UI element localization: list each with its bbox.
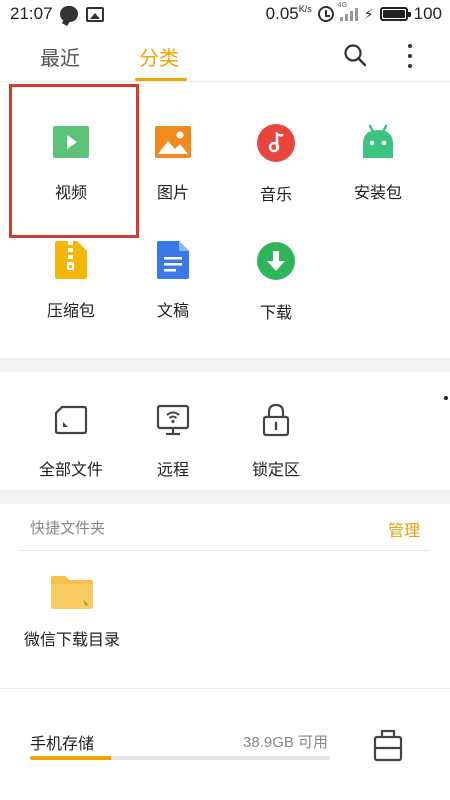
zip-icon xyxy=(51,241,91,279)
lock-icon xyxy=(256,400,296,440)
tool-label: 远程 xyxy=(156,462,189,479)
status-time: 21:07 xyxy=(10,4,53,23)
tab-recent[interactable]: 最近 xyxy=(40,42,80,71)
tool-lock-zone[interactable]: 锁定区 xyxy=(220,372,332,490)
image-icon xyxy=(153,123,193,161)
alarm-icon xyxy=(317,6,334,22)
storage-usage-bar xyxy=(30,756,330,760)
quick-folders-title: 快捷文件夹 xyxy=(30,520,106,537)
highlight-box xyxy=(9,84,139,238)
network-speed: 0.05K/s xyxy=(266,4,312,24)
music-icon xyxy=(256,123,296,163)
cleanup-icon[interactable] xyxy=(372,728,404,762)
status-right: 0.05K/s 4G ⚡ 100 xyxy=(266,2,442,24)
network-speed-unit: K/s xyxy=(298,4,312,14)
tool-label: 全部文件 xyxy=(38,462,103,479)
category-apk[interactable]: 安装包 xyxy=(322,85,434,203)
network-type: 4G xyxy=(337,2,348,9)
active-tab-indicator xyxy=(135,78,187,81)
sd-card-icon xyxy=(51,400,91,440)
category-label: 下载 xyxy=(259,305,292,322)
search-icon[interactable] xyxy=(343,43,367,67)
category-downloads[interactable]: 下载 xyxy=(220,203,332,322)
manage-button[interactable]: 管理 xyxy=(388,517,420,541)
tools-row: 全部文件 远程 锁定区 xyxy=(0,372,450,490)
signal-icon: 4G xyxy=(338,2,358,21)
category-label: 图片 xyxy=(156,185,189,202)
category-label: 文稿 xyxy=(156,303,189,320)
more-options-icon[interactable] xyxy=(400,42,420,70)
section-divider xyxy=(0,490,450,504)
gallery-notification-icon xyxy=(86,6,104,22)
notification-icons xyxy=(60,6,104,22)
scroll-indicator-dot xyxy=(444,396,448,400)
download-icon xyxy=(256,241,296,281)
category-label: 音乐 xyxy=(259,187,292,204)
network-speed-value: 0.05 xyxy=(265,4,299,23)
document-icon xyxy=(153,241,193,279)
battery-percent: 100 xyxy=(413,4,442,23)
battery-icon xyxy=(379,7,411,21)
remote-monitor-icon xyxy=(153,400,193,440)
storage-label: 手机存储 xyxy=(30,736,95,753)
section-separator xyxy=(0,688,450,689)
status-bar: 21:07 0.05K/s 4G ⚡ 100 xyxy=(0,0,450,30)
section-divider xyxy=(0,358,450,372)
quick-folder-item[interactable]: 微信下载目录 xyxy=(20,575,124,655)
tool-remote[interactable]: 远程 xyxy=(117,372,229,490)
tab-category[interactable]: 分类 xyxy=(139,42,179,71)
wechat-notification-icon xyxy=(60,6,78,22)
category-label: 压缩包 xyxy=(46,303,95,320)
android-icon xyxy=(358,123,398,161)
top-tab-bar: 最近 分类 xyxy=(0,30,450,82)
tool-all-files[interactable]: 全部文件 xyxy=(15,372,127,490)
folder-label: 微信下载目录 xyxy=(23,632,120,649)
quick-folders-separator xyxy=(20,550,430,551)
storage-usage-fill xyxy=(30,756,111,760)
category-label: 安装包 xyxy=(353,185,402,202)
tool-label: 锁定区 xyxy=(251,462,300,479)
charging-icon: ⚡ xyxy=(363,5,374,22)
folder-icon xyxy=(51,575,93,614)
storage-free-space: 38.9GB 可用 xyxy=(243,734,329,751)
category-music[interactable]: 音乐 xyxy=(220,85,332,204)
